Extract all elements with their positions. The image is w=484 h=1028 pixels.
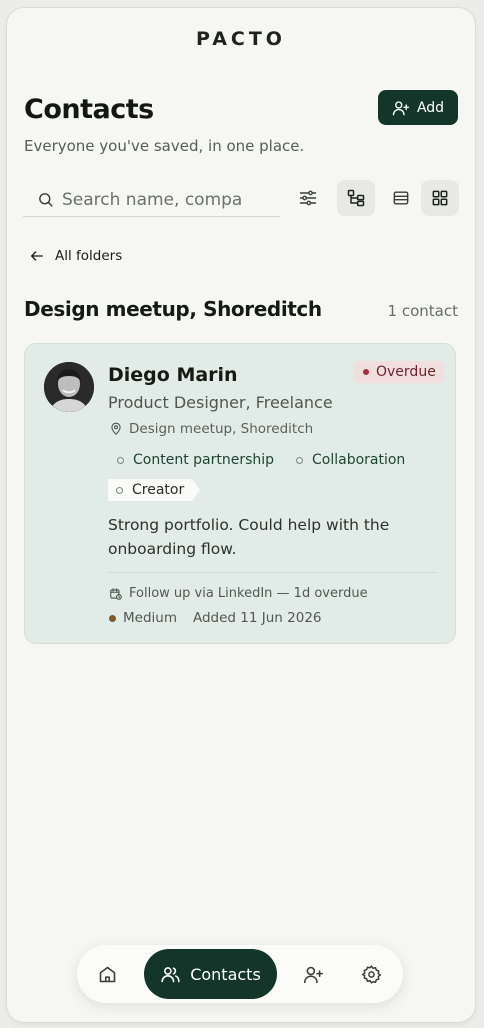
page-title: Contacts xyxy=(24,94,154,125)
nav-contacts[interactable]: Contacts xyxy=(144,949,277,999)
back-to-folders-link[interactable]: All folders xyxy=(29,248,122,264)
priority-dot-icon xyxy=(109,614,116,622)
list-view-icon xyxy=(391,188,411,208)
home-icon xyxy=(97,964,118,985)
search-icon xyxy=(37,191,54,208)
folder-view-button[interactable] xyxy=(337,180,375,216)
calendar-clock-icon xyxy=(109,587,123,601)
follow-up-reminder: Follow up via LinkedIn — 1d overdue xyxy=(109,586,368,601)
avatar xyxy=(44,362,94,412)
card-divider xyxy=(108,572,438,573)
contact-location: Design meetup, Shoreditch xyxy=(109,421,313,437)
contact-card[interactable]: Diego Marin Overdue Product Designer, Fr… xyxy=(24,343,456,644)
tag-collaboration[interactable]: Collaboration xyxy=(296,452,405,468)
grid-view-icon xyxy=(430,188,450,208)
tag-creator[interactable]: Creator xyxy=(108,479,201,501)
add-user-icon xyxy=(392,99,410,117)
arrow-left-icon xyxy=(29,248,45,264)
contacts-icon xyxy=(160,964,181,985)
status-label: Overdue xyxy=(376,364,436,380)
add-user-icon xyxy=(303,964,324,985)
filter-button[interactable] xyxy=(289,180,327,216)
status-badge: Overdue xyxy=(353,361,444,383)
search-input[interactable] xyxy=(62,189,262,210)
nav-contacts-label: Contacts xyxy=(190,964,261,984)
tag-label: Creator xyxy=(132,482,185,498)
tag-label: Content partnership xyxy=(133,452,275,468)
tag-content-partnership[interactable]: Content partnership xyxy=(117,452,274,468)
contact-meta: Medium Added 11 Jun 2026 xyxy=(109,610,322,626)
app-frame: PACTO Contacts Everyone you've saved, in… xyxy=(6,7,476,1023)
add-button-label: Add xyxy=(416,99,445,116)
contact-count: 1 contact xyxy=(387,302,458,320)
status-dot-icon xyxy=(363,369,369,375)
list-view-button[interactable] xyxy=(382,180,420,216)
tag-ring-icon xyxy=(296,456,303,464)
grid-view-button[interactable] xyxy=(421,180,459,216)
nav-add-contact[interactable] xyxy=(291,949,335,999)
contact-role: Product Designer, Freelance xyxy=(108,393,333,412)
contact-name: Diego Marin xyxy=(108,364,238,386)
page-subtitle: Everyone you've saved, in one place. xyxy=(24,137,305,155)
contact-note: Strong portfolio. Could help with the on… xyxy=(108,516,390,558)
tag-ring-icon xyxy=(116,486,123,494)
search-bar xyxy=(23,183,280,217)
added-date: Added 11 Jun 2026 xyxy=(192,610,322,626)
bottom-nav: Contacts xyxy=(77,945,403,1003)
brand-logo: PACTO xyxy=(196,28,286,50)
folder-tree-icon xyxy=(346,188,366,208)
sliders-icon xyxy=(298,188,318,208)
nav-home[interactable] xyxy=(85,949,129,999)
tag-ring-icon xyxy=(117,456,124,464)
location-label: Design meetup, Shoreditch xyxy=(129,421,314,437)
tag-label: Collaboration xyxy=(312,452,406,468)
follow-up-label: Follow up via LinkedIn — 1d overdue xyxy=(129,586,368,601)
settings-gear-icon xyxy=(361,964,382,985)
add-contact-button[interactable]: Add xyxy=(378,90,458,125)
location-pin-icon xyxy=(109,422,123,436)
nav-settings[interactable] xyxy=(349,949,393,999)
folder-title: Design meetup, Shoreditch xyxy=(24,297,322,321)
back-link-label: All folders xyxy=(55,248,123,264)
priority-label: Medium xyxy=(123,610,177,626)
